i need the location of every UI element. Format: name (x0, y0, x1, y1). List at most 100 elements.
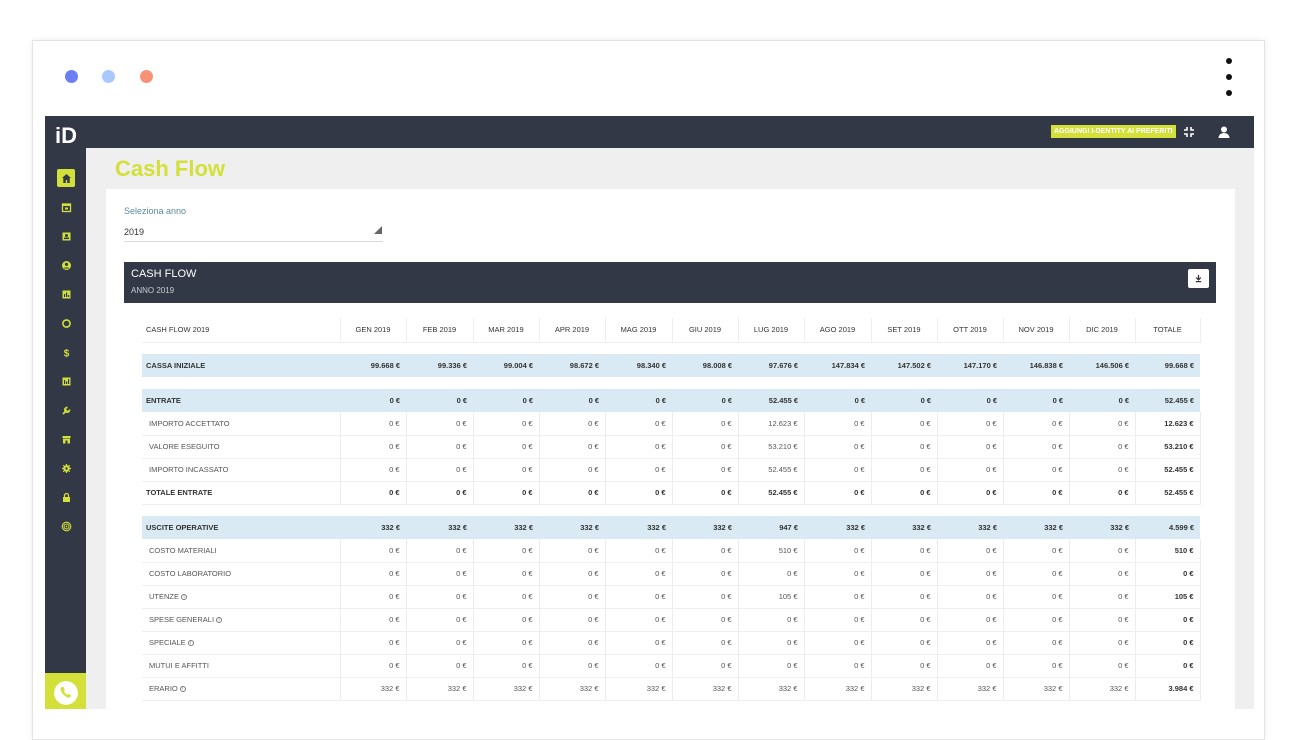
add-to-favorites-button[interactable]: AGGIUNGI I-DENTITY AI PREFERITI (1051, 125, 1176, 138)
lock-icon (62, 492, 70, 502)
cell-value: 0 € (1003, 481, 1070, 505)
cell-value: 0 € (605, 458, 673, 482)
sidebar-item-home[interactable] (57, 169, 75, 187)
phone-icon (53, 681, 78, 705)
sidebar-item-calendar[interactable] (57, 198, 75, 216)
dollar-icon: $ (63, 348, 69, 358)
cell-value: 0 € (672, 412, 739, 436)
cell-value: 0 € (1003, 435, 1070, 459)
table-row: CASSA INIZIALE 99.668 €99.336 €99.004 €98… (142, 354, 1200, 377)
row-label-text: IMPORTO ACCETTATO (149, 418, 230, 428)
spacer-cell (142, 342, 1200, 354)
column-header: GEN 2019 (340, 318, 407, 343)
cell-value: 147.834 € (804, 354, 871, 377)
cell-value: 0 € (937, 458, 1004, 482)
row-label: IMPORTO ACCETTATO (142, 412, 341, 436)
cell-value: 0 € (605, 631, 673, 655)
row-label: COSTO LABORATORIO (142, 562, 341, 586)
download-button[interactable] (1188, 269, 1209, 288)
sidebar-item-wrench[interactable] (57, 401, 75, 419)
column-header: AGO 2019 (804, 318, 872, 343)
cell-value: 0 € (672, 539, 739, 563)
cell-value: 97.676 € (738, 354, 804, 377)
cell-value: 332 € (1069, 516, 1135, 539)
wrench-icon (61, 406, 70, 415)
cell-value: 0 € (473, 585, 540, 609)
info-icon[interactable]: i (181, 594, 187, 601)
column-header: MAG 2019 (605, 318, 673, 343)
content-card: Seleziona anno 2019 CASH FLOW ANNO 2019 … (106, 189, 1235, 709)
info-icon[interactable]: i (179, 686, 186, 693)
cell-value: 332 € (937, 516, 1003, 539)
column-header: NOV 2019 (1003, 318, 1070, 343)
cell-value: 0 € (406, 435, 474, 459)
cell-value: 105 € (738, 585, 805, 609)
download-icon (1195, 274, 1202, 283)
sidebar-item-lock[interactable] (57, 488, 75, 506)
more-options-icon[interactable] (1225, 58, 1233, 98)
sidebar-item-target[interactable] (57, 517, 75, 535)
cell-value: 0 € (340, 654, 407, 678)
cell-value: 0 € (406, 654, 474, 678)
cell-value: 0 € (937, 562, 1004, 586)
cell-value: 0 € (738, 631, 805, 655)
row-label: ERARIO i (142, 677, 341, 701)
cell-value: 0 € (871, 539, 938, 563)
cell-value: 0 € (804, 458, 872, 482)
sidebar-item-store[interactable] (57, 430, 75, 448)
cell-value: 0 € (406, 585, 474, 609)
sidebar-item-report[interactable] (57, 372, 75, 390)
refresh-icon (61, 318, 71, 328)
cell-value: 0 € (871, 585, 938, 609)
cell-value: 52.455 € (1135, 481, 1201, 505)
row-label-text: COSTO MATERIALI (149, 545, 217, 555)
year-select[interactable]: 2019 (124, 227, 144, 237)
cell-value: 332 € (1069, 677, 1136, 701)
cell-value: 0 € (539, 481, 606, 505)
user-icon (61, 260, 71, 270)
row-label-text: SPECIALE (149, 638, 186, 647)
dropdown-arrow-icon[interactable] (374, 226, 382, 234)
user-profile-icon[interactable] (1217, 125, 1231, 139)
sidebar-item-user[interactable] (57, 256, 75, 274)
sidebar-item-settings[interactable] (57, 459, 75, 477)
collapse-icon[interactable] (1182, 125, 1196, 139)
info-icon[interactable]: i (216, 617, 223, 624)
cell-value: 0 € (473, 539, 540, 563)
cell-value: 0 € (672, 435, 739, 459)
cell-value: 0 € (340, 631, 407, 655)
cell-value: 0 € (340, 608, 407, 632)
app-logo[interactable]: iD (55, 125, 77, 147)
sidebar-item-chart[interactable] (57, 285, 75, 303)
cell-value: 0 € (605, 608, 673, 632)
cell-value: 332 € (605, 516, 672, 539)
sidebar-item-dollar[interactable]: $ (57, 343, 75, 361)
phone-button[interactable] (45, 673, 86, 709)
cell-value: 146.506 € (1069, 354, 1135, 377)
row-label-text: SPESE GENERALI (149, 615, 215, 624)
store-icon (62, 435, 70, 443)
window-dot-orange (140, 70, 153, 83)
table-row: MUTUI E AFFITTI 0 €0 €0 €0 €0 €0 €0 €0 €0… (142, 654, 1201, 678)
table-row: USCITE OPERATIVE 332 €332 €332 €332 €332 … (142, 516, 1200, 539)
cell-value: 0 € (473, 562, 540, 586)
cell-value: 332 € (672, 516, 738, 539)
column-header: MAR 2019 (473, 318, 540, 343)
table-row: SPESE GENERALI i 0 €0 €0 €0 €0 €0 €0 €0 €0… (142, 608, 1201, 632)
info-icon[interactable]: i (187, 640, 194, 647)
sidebar-item-contacts[interactable] (57, 227, 75, 245)
cell-value: 52.455 € (738, 481, 805, 505)
cell-value: 0 € (406, 389, 473, 412)
cell-value: 0 € (937, 539, 1004, 563)
cell-value: 0 € (937, 654, 1004, 678)
row-label: CASSA INIZIALE (142, 354, 340, 377)
row-label: ENTRATE (142, 389, 340, 412)
table-row: ENTRATE 0 €0 €0 €0 €0 €0 €52.455 €0 €0 €0… (142, 389, 1200, 412)
cell-value: 0 € (1135, 608, 1201, 632)
table-row: COSTO MATERIALI 0 €0 €0 €0 €0 €0 €510 €0 … (142, 539, 1201, 563)
column-header: GIU 2019 (672, 318, 739, 343)
cell-value: 0 € (871, 631, 938, 655)
cell-value: 0 € (473, 458, 540, 482)
sidebar-item-refresh[interactable] (57, 314, 75, 332)
settings-icon (61, 463, 71, 473)
